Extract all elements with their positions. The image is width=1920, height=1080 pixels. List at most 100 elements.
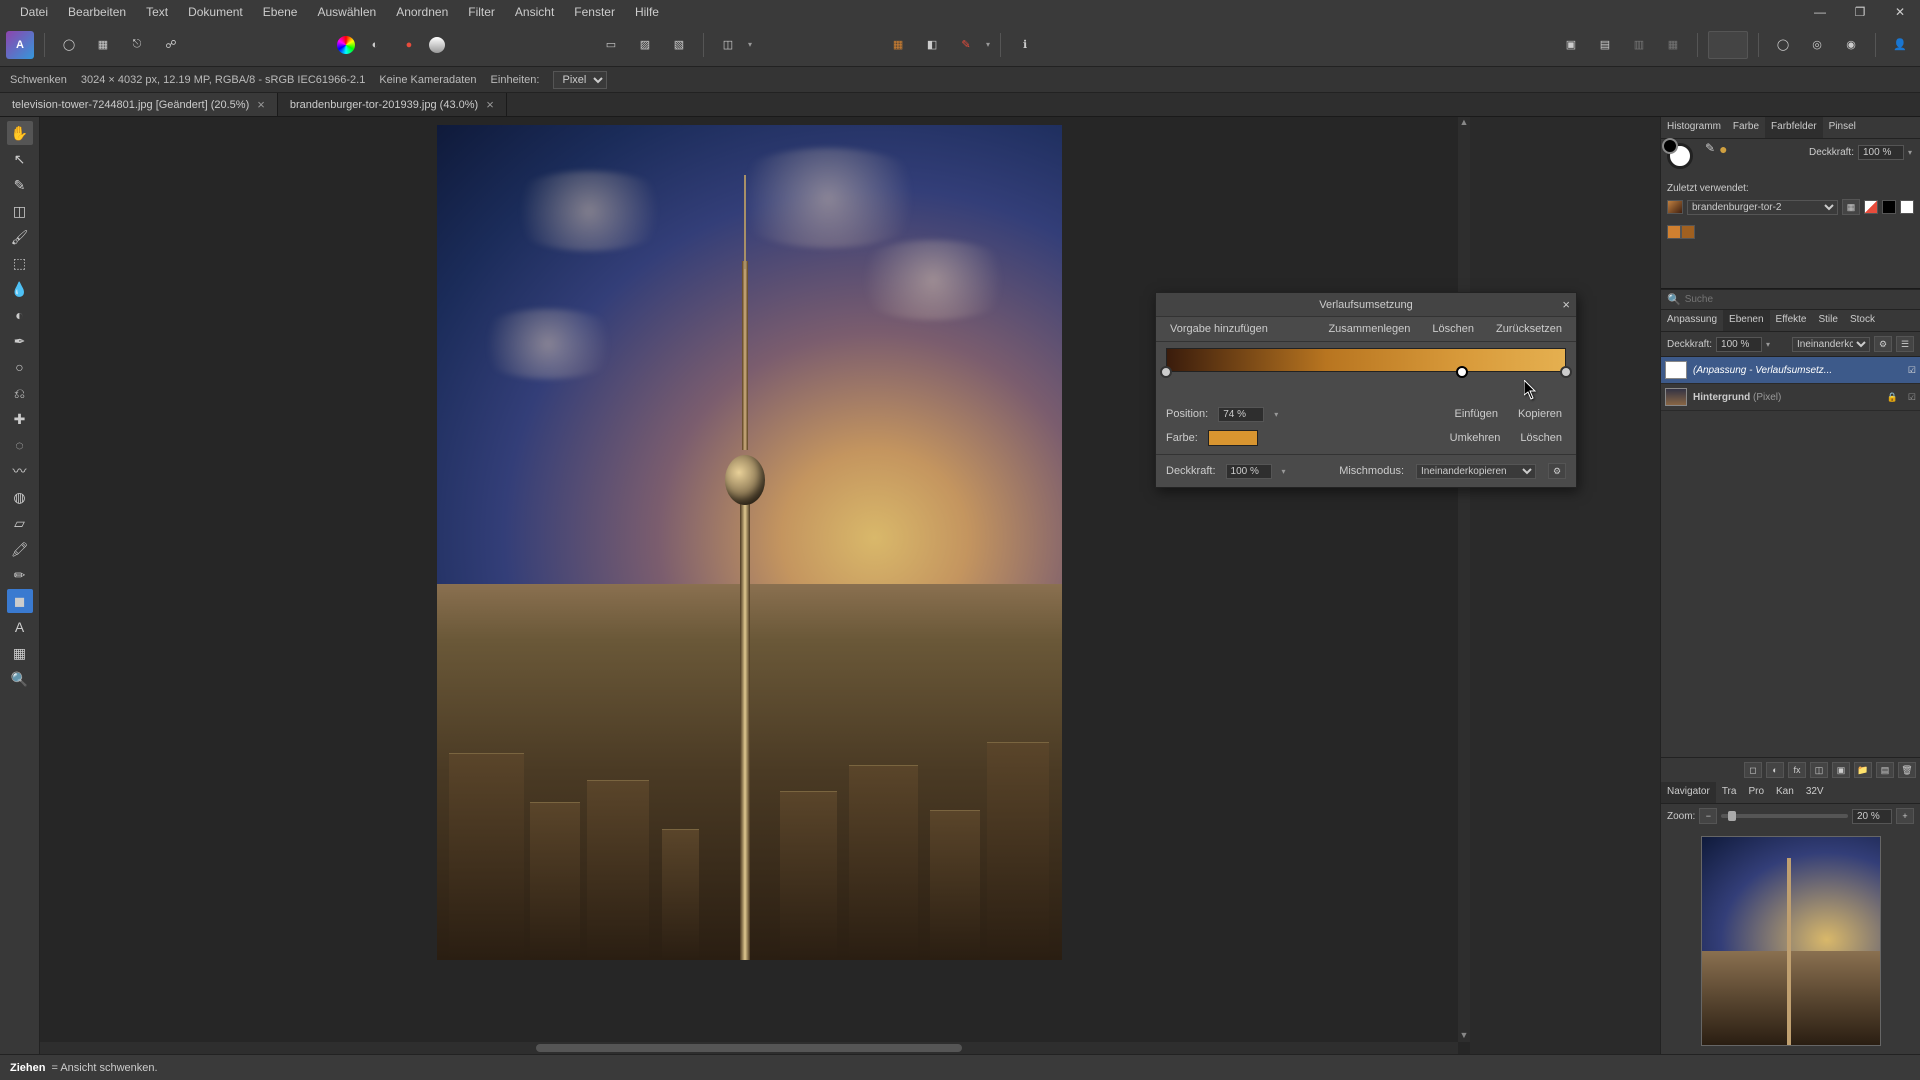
tab-tra[interactable]: Tra — [1716, 782, 1743, 803]
add-preset-button[interactable]: Vorgabe hinzufügen — [1166, 321, 1272, 337]
navigator-preview[interactable] — [1701, 836, 1881, 1046]
layer-blend-dropdown[interactable]: Ineinanderkc — [1792, 337, 1870, 352]
menu-anordnen[interactable]: Anordnen — [386, 1, 458, 23]
pencil-tool[interactable]: ✏ — [7, 563, 33, 587]
tab-effekte[interactable]: Effekte — [1770, 310, 1813, 331]
add-layer-icon[interactable]: ▤ — [1876, 762, 1894, 778]
chevron-down-icon[interactable]: ▾ — [1282, 467, 1286, 476]
tab-farbfelder[interactable]: Farbfelder — [1765, 117, 1823, 138]
adjustment-color-icon[interactable]: ● — [395, 31, 423, 59]
swatch-brown[interactable] — [1681, 225, 1695, 239]
preset-grid-icon[interactable]: ▦ — [1842, 199, 1860, 215]
delete-layer-icon[interactable]: 🗑 — [1898, 762, 1916, 778]
zoom-tool[interactable]: 🔍 — [7, 667, 33, 691]
menu-text[interactable]: Text — [136, 1, 178, 23]
zoom-value[interactable]: 20 % — [1852, 809, 1892, 824]
color-well[interactable] — [1208, 430, 1258, 446]
account-icon[interactable]: 👤 — [1886, 31, 1914, 59]
units-dropdown[interactable]: Pixel — [553, 71, 607, 89]
adjustment-gradient-icon[interactable] — [429, 37, 445, 53]
selection-rect-icon[interactable]: ▭ — [597, 31, 625, 59]
menu-datei[interactable]: Datei — [10, 1, 58, 23]
stack-add-icon[interactable]: ▤ — [1591, 31, 1619, 59]
invert-button[interactable]: Umkehren — [1446, 430, 1505, 446]
close-tab-icon[interactable]: × — [257, 97, 265, 112]
tab-kan[interactable]: Kan — [1770, 782, 1800, 803]
lock-icon[interactable]: 🔒 — [1887, 392, 1898, 403]
insert-button[interactable]: Einfügen — [1451, 406, 1502, 422]
vertical-scrollbar[interactable]: ▲ ▼ — [1458, 117, 1470, 1042]
menu-dokument[interactable]: Dokument — [178, 1, 253, 23]
swatch-dot-icon[interactable]: ● — [1719, 141, 1727, 157]
split-view-icon[interactable]: ◧ — [918, 31, 946, 59]
dialog-titlebar[interactable]: Verlaufsumsetzung × — [1156, 293, 1576, 317]
zoom-out-icon[interactable]: − — [1699, 808, 1717, 824]
tab-pinsel[interactable]: Pinsel — [1823, 117, 1862, 138]
zoom-slider[interactable] — [1721, 814, 1848, 818]
close-button[interactable]: ✕ — [1880, 0, 1920, 23]
swatch-orange[interactable] — [1667, 225, 1681, 239]
mask-globe-icon[interactable]: ◉ — [1837, 31, 1865, 59]
mesh-tool[interactable]: ▦ — [7, 641, 33, 665]
layer-item-background[interactable]: Hintergrund (Pixel) 🔒 ☑ — [1661, 384, 1920, 411]
tab-pro[interactable]: Pro — [1742, 782, 1770, 803]
tab-histogramm[interactable]: Histogramm — [1661, 117, 1727, 138]
paint-tool[interactable]: 🖍 — [7, 537, 33, 561]
info-icon[interactable]: ℹ — [1011, 31, 1039, 59]
canvas-viewport[interactable] — [40, 117, 1458, 1042]
menu-bearbeiten[interactable]: Bearbeiten — [58, 1, 136, 23]
brush-tool[interactable]: 🖌 — [7, 225, 33, 249]
close-tab-icon[interactable]: × — [486, 97, 494, 112]
dropdown-empty[interactable] — [1708, 31, 1748, 59]
sponge-tool[interactable]: ◍ — [7, 485, 33, 509]
visibility-checkbox[interactable]: ☑ — [1908, 365, 1916, 376]
menu-fenster[interactable]: Fenster — [564, 1, 625, 23]
clone-tool[interactable]: ⎌ — [7, 381, 33, 405]
persona-develop-icon[interactable]: ⎋ — [123, 31, 151, 59]
document-tab-2[interactable]: brandenburger-tor-201939.jpg (43.0%) × — [278, 93, 507, 116]
heal-tool[interactable]: ✚ — [7, 407, 33, 431]
selection-tool[interactable]: ⬚ — [7, 251, 33, 275]
hand-tool[interactable]: ✋ — [7, 121, 33, 145]
mask-icon[interactable]: ◻ — [1744, 762, 1762, 778]
horizontal-scrollbar[interactable] — [40, 1042, 1458, 1054]
crop-icon[interactable]: ◫ — [714, 31, 742, 59]
text-tool[interactable]: A — [7, 615, 33, 639]
pen-tool[interactable]: ✒ — [7, 329, 33, 353]
preset-swatch-1[interactable] — [1864, 200, 1878, 214]
chevron-down-icon[interactable]: ▾ — [1908, 148, 1912, 157]
app-logo-icon[interactable]: A — [6, 31, 34, 59]
layer-opacity-value[interactable]: 100 % — [1716, 337, 1762, 352]
menu-auswaehlen[interactable]: Auswählen — [307, 1, 386, 23]
gear-icon[interactable]: ⚙ — [1874, 336, 1892, 352]
eraser-tool[interactable]: ▱ — [7, 511, 33, 535]
persona-liquify-icon[interactable]: ▦ — [89, 31, 117, 59]
pencil-tool-icon[interactable]: ✎ — [952, 31, 980, 59]
visibility-checkbox[interactable]: ☑ — [1908, 392, 1916, 403]
delete-button[interactable]: Löschen — [1428, 321, 1478, 337]
gradient-stop-100[interactable] — [1560, 366, 1572, 378]
mask-group-icon[interactable]: ◎ — [1803, 31, 1831, 59]
crop-tool[interactable]: ◫ — [7, 199, 33, 223]
crop-layer-icon[interactable]: ◫ — [1810, 762, 1828, 778]
adjustment-bw-icon[interactable]: ◐ — [361, 31, 389, 59]
tab-stock[interactable]: Stock — [1844, 310, 1881, 331]
adjust-icon[interactable]: ◐ — [1766, 762, 1784, 778]
dodge-tool[interactable]: ○ — [7, 355, 33, 379]
blend-mode-dropdown[interactable]: Ineinanderkopieren — [1416, 464, 1536, 479]
fx-icon[interactable]: fx — [1788, 762, 1806, 778]
tab-stile[interactable]: Stile — [1812, 310, 1843, 331]
preset-swatch-2[interactable] — [1882, 200, 1896, 214]
tab-navigator[interactable]: Navigator — [1661, 782, 1716, 803]
menu-ebene[interactable]: Ebene — [253, 1, 308, 23]
selection-refine-icon[interactable]: ▨ — [631, 31, 659, 59]
search-input[interactable] — [1685, 294, 1914, 305]
menu-icon[interactable]: ☰ — [1896, 336, 1914, 352]
persona-photo-icon[interactable]: ◯ — [55, 31, 83, 59]
zoom-in-icon[interactable]: + — [1896, 808, 1914, 824]
smudge-tool[interactable]: 〰 — [7, 459, 33, 483]
dialog-opacity-value[interactable]: 100 % — [1226, 464, 1272, 479]
move-tool[interactable]: ↖ — [7, 147, 33, 171]
gradient-stop-0[interactable] — [1160, 366, 1172, 378]
gradient-stop-74[interactable] — [1456, 366, 1468, 378]
